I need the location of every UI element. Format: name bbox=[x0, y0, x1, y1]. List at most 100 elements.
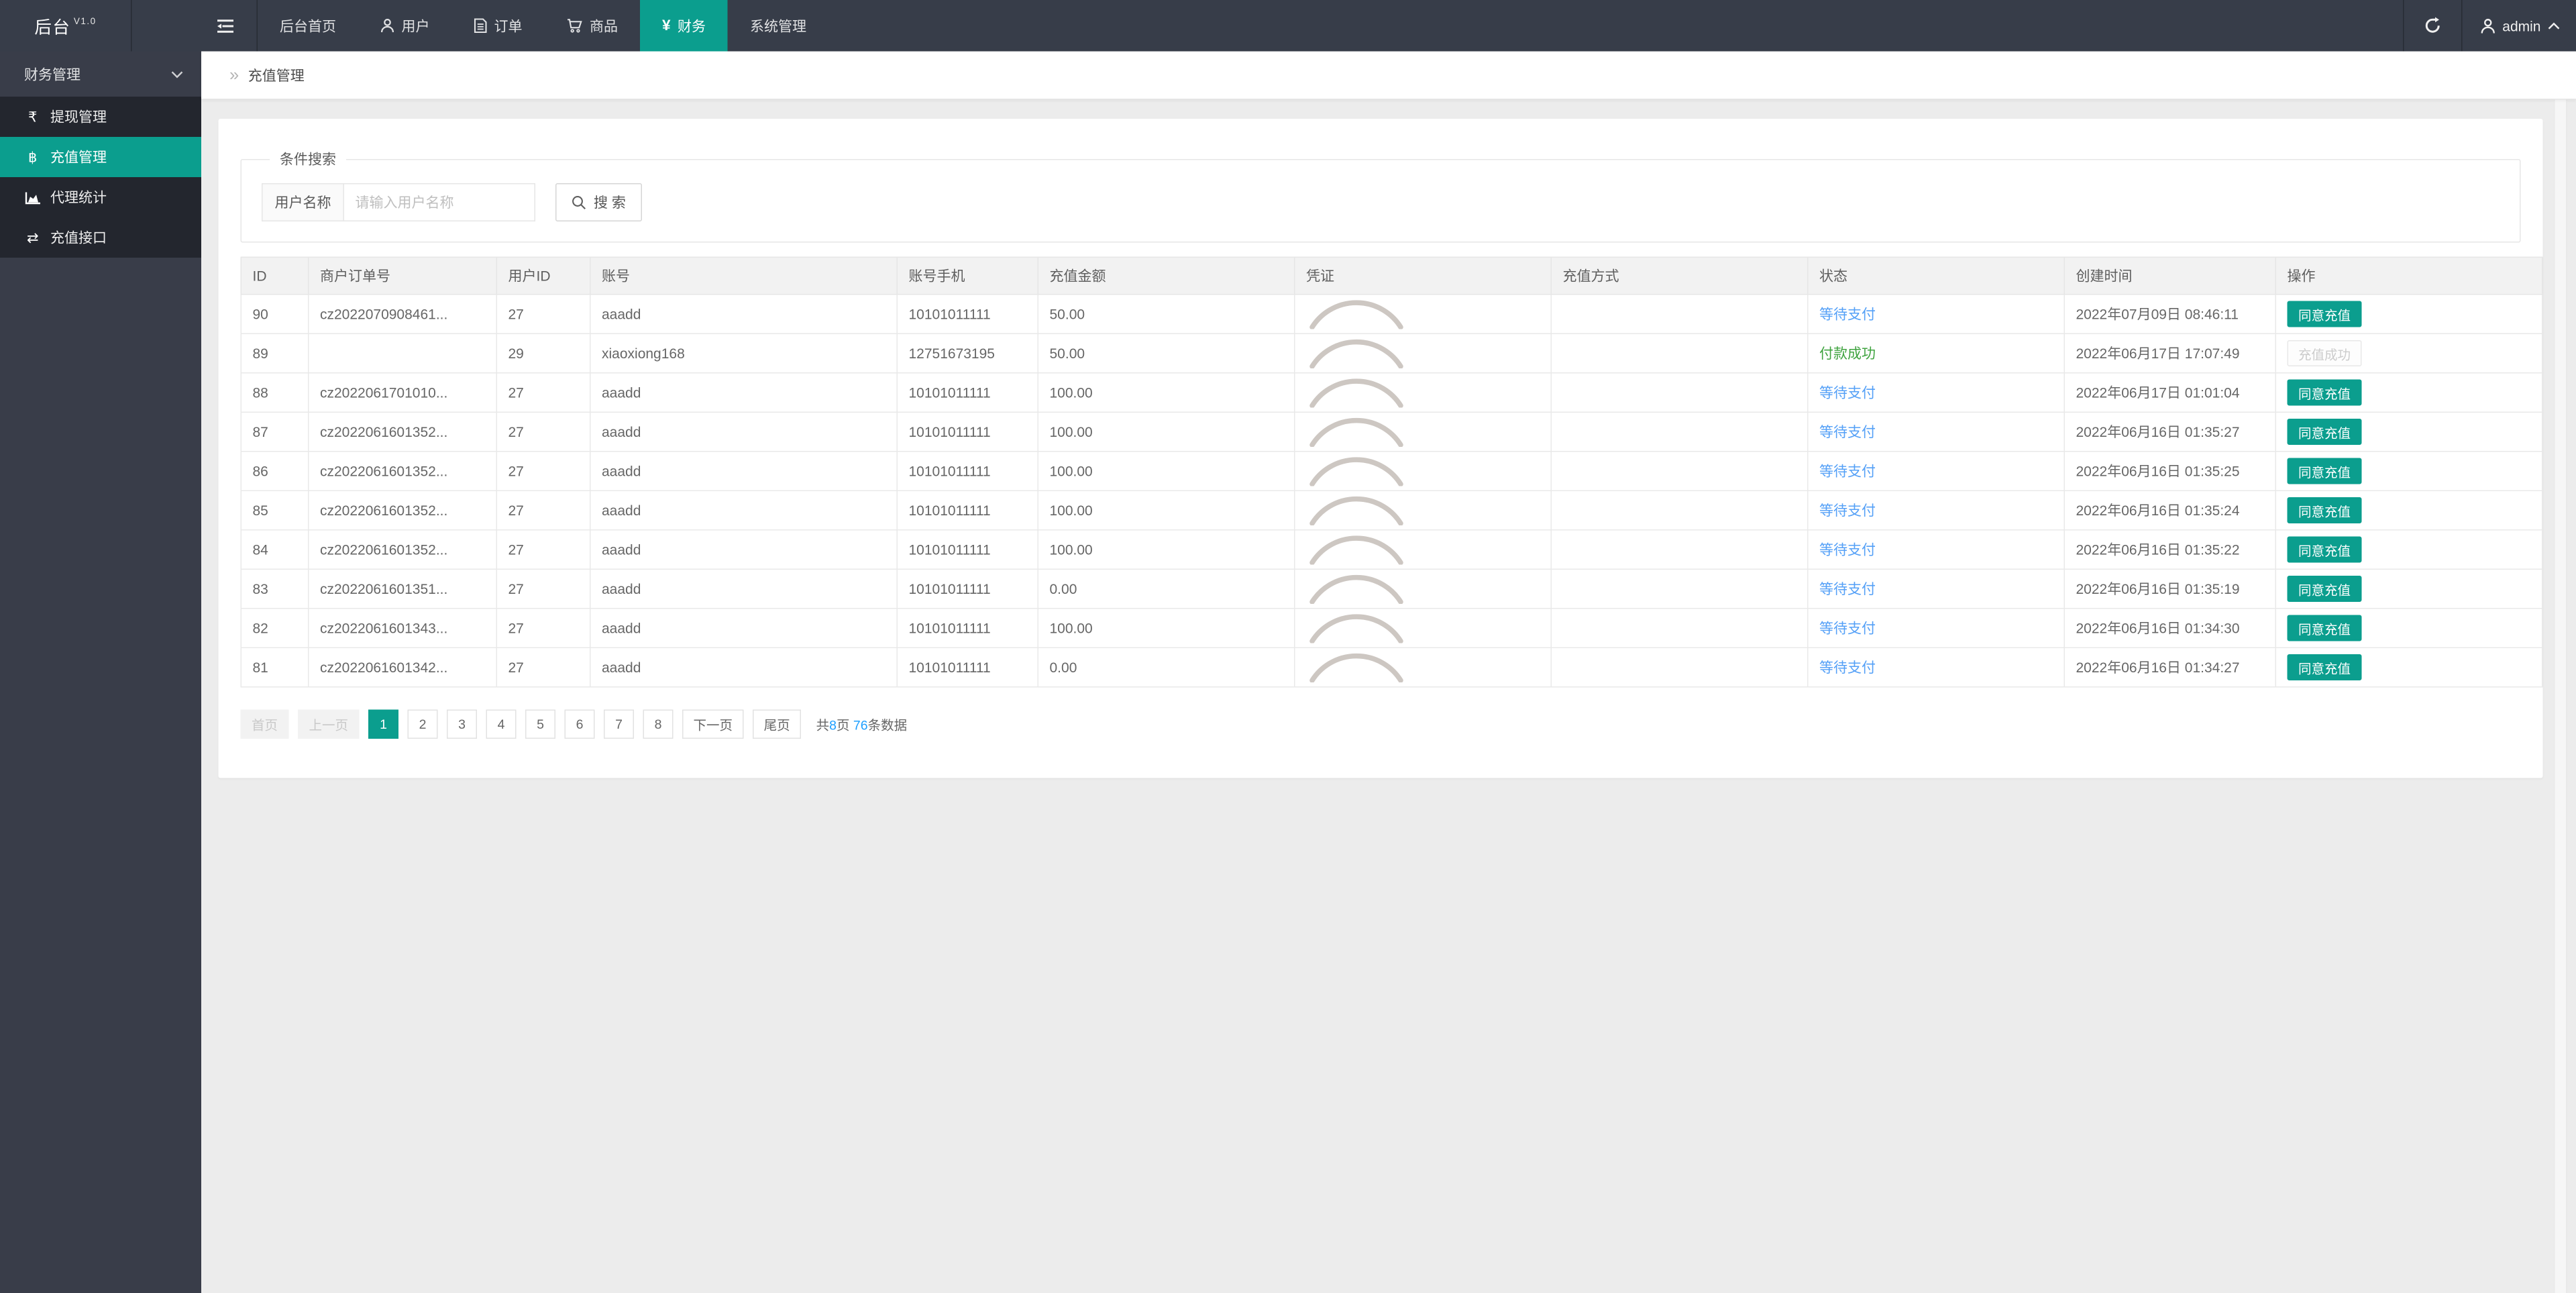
cell-uid: 27 bbox=[496, 411, 591, 452]
voucher-image[interactable] bbox=[1306, 613, 1540, 643]
status-badge: 等待支付 bbox=[1819, 463, 1876, 479]
cell-account: aaadd bbox=[590, 294, 898, 334]
nav-item-2[interactable]: 用户 bbox=[358, 0, 452, 52]
cell-account: aaadd bbox=[590, 647, 898, 688]
cell-account: aaadd bbox=[590, 490, 898, 531]
next-page-button[interactable]: 下一页 bbox=[682, 709, 744, 739]
cell-status: 付款成功 bbox=[1807, 333, 2065, 374]
page-button-6[interactable]: 6 bbox=[564, 709, 595, 739]
cell-status: 等待支付 bbox=[1807, 529, 2065, 570]
table-row: 89 29 xiaoxiong168 12751673195 50.00 付款成功 2022… bbox=[240, 333, 2543, 374]
nav-item-3[interactable]: 订单 bbox=[452, 0, 545, 52]
voucher-image[interactable] bbox=[1306, 456, 1540, 486]
cell-phone: 10101011111 bbox=[896, 294, 1038, 334]
page-button-4[interactable]: 4 bbox=[486, 709, 517, 739]
app-logo: 后台 V1.0 bbox=[0, 0, 131, 52]
approve-recharge-button[interactable]: 同意充值 bbox=[2287, 379, 2362, 406]
voucher-image[interactable] bbox=[1306, 299, 1540, 329]
menu-toggle-button[interactable] bbox=[132, 0, 257, 52]
approve-recharge-button[interactable]: 同意充值 bbox=[2287, 576, 2362, 602]
voucher-image[interactable] bbox=[1306, 338, 1540, 368]
user-menu[interactable]: admin bbox=[2462, 0, 2576, 52]
page-button-5[interactable]: 5 bbox=[525, 709, 556, 739]
cell-phone: 12751673195 bbox=[896, 333, 1038, 374]
cart-icon bbox=[567, 18, 583, 34]
page-button-2[interactable]: 2 bbox=[407, 709, 438, 739]
cell-order: cz2022061601352... bbox=[308, 490, 497, 531]
cell-action: 同意充值 bbox=[2275, 411, 2543, 452]
nav-item-1[interactable]: 后台首页 bbox=[258, 0, 358, 52]
cell-order: cz2022061601352... bbox=[308, 411, 497, 452]
sidebar-item-1[interactable]: ₹ 提现管理 bbox=[0, 97, 201, 137]
column-header-status: 状态 bbox=[1807, 256, 2065, 295]
breadcrumb-chevrons-icon: » bbox=[229, 64, 239, 85]
prev-page-button[interactable]: 上一页 bbox=[298, 709, 360, 739]
column-header-voucher: 凭证 bbox=[1294, 256, 1552, 295]
page-title: 充值管理 bbox=[248, 66, 305, 83]
app-logo-title: 后台 bbox=[34, 18, 71, 38]
nav-item-label: 商品 bbox=[590, 17, 618, 34]
sidebar-item-4[interactable]: ⇄ 充值接口 bbox=[0, 217, 201, 258]
nav-item-label: 财务 bbox=[678, 17, 706, 34]
search-icon bbox=[572, 195, 587, 210]
nav-item-label: 用户 bbox=[401, 17, 430, 34]
sidebar-item-label: 充值接口 bbox=[50, 229, 107, 246]
page-button-1[interactable]: 1 bbox=[368, 709, 399, 739]
cell-uid: 27 bbox=[496, 647, 591, 688]
first-page-button[interactable]: 首页 bbox=[240, 709, 289, 739]
voucher-image[interactable] bbox=[1306, 417, 1540, 447]
cell-status: 等待支付 bbox=[1807, 647, 2065, 688]
cell-method bbox=[1550, 608, 1809, 648]
cell-voucher bbox=[1294, 333, 1552, 374]
baht-icon: ฿ bbox=[28, 148, 38, 165]
approve-recharge-button[interactable]: 同意充值 bbox=[2287, 419, 2362, 445]
cell-uid: 27 bbox=[496, 568, 591, 609]
username-filter-input[interactable] bbox=[344, 183, 535, 221]
nav-item-5[interactable]: ¥ 财务 bbox=[640, 0, 729, 52]
sidebar-item-2[interactable]: ฿ 充值管理 bbox=[0, 137, 201, 177]
table-row: 88 cz2022061701010... 27 aaadd 10101011111 10… bbox=[240, 372, 2543, 413]
sidebar-group-finance[interactable]: 财务管理 bbox=[0, 52, 201, 97]
cell-uid: 27 bbox=[496, 608, 591, 648]
page-button-3[interactable]: 3 bbox=[447, 709, 478, 739]
voucher-image[interactable] bbox=[1306, 652, 1540, 682]
scrollbar-track[interactable] bbox=[2554, 51, 2567, 1293]
cell-voucher bbox=[1294, 529, 1552, 570]
refresh-button[interactable] bbox=[2404, 0, 2461, 52]
sidebar-group-label: 财务管理 bbox=[24, 66, 80, 83]
approve-recharge-button[interactable]: 同意充值 bbox=[2287, 497, 2362, 523]
cell-order bbox=[308, 333, 497, 374]
cell-voucher bbox=[1294, 294, 1552, 334]
table-row: 83 cz2022061601351... 27 aaadd 10101011111 0.… bbox=[240, 568, 2543, 609]
sidebar-item-label: 提现管理 bbox=[50, 109, 107, 125]
status-badge: 等待支付 bbox=[1819, 306, 1876, 322]
nav-item-6[interactable]: 系统管理 bbox=[728, 0, 828, 52]
cell-amount: 100.00 bbox=[1037, 372, 1295, 413]
page-button-8[interactable]: 8 bbox=[643, 709, 674, 739]
approve-recharge-button[interactable]: 同意充值 bbox=[2287, 654, 2362, 680]
last-page-button[interactable]: 尾页 bbox=[753, 709, 802, 739]
cell-amount: 50.00 bbox=[1037, 333, 1295, 374]
search-button[interactable]: 搜 索 bbox=[555, 183, 642, 221]
cell-order: cz2022061601352... bbox=[308, 529, 497, 570]
voucher-image[interactable] bbox=[1306, 495, 1540, 525]
voucher-image[interactable] bbox=[1306, 535, 1540, 565]
approve-recharge-button[interactable]: 同意充值 bbox=[2287, 615, 2362, 641]
recharge-done-button[interactable]: 充值成功 bbox=[2287, 340, 2362, 366]
approve-recharge-button[interactable]: 同意充值 bbox=[2287, 536, 2362, 563]
nav-item-4[interactable]: 商品 bbox=[545, 0, 641, 52]
approve-recharge-button[interactable]: 同意充值 bbox=[2287, 301, 2362, 327]
voucher-image[interactable] bbox=[1306, 378, 1540, 408]
cell-amount: 0.00 bbox=[1037, 568, 1295, 609]
cell-created: 2022年06月16日 01:35:22 bbox=[2063, 529, 2276, 570]
cell-created: 2022年06月17日 17:07:49 bbox=[2063, 333, 2276, 374]
approve-recharge-button[interactable]: 同意充值 bbox=[2287, 458, 2362, 484]
page-button-7[interactable]: 7 bbox=[604, 709, 635, 739]
document-icon bbox=[474, 18, 488, 34]
voucher-image[interactable] bbox=[1306, 574, 1540, 604]
cell-id: 87 bbox=[240, 411, 309, 452]
cell-amount: 0.00 bbox=[1037, 647, 1295, 688]
refresh-icon bbox=[2424, 17, 2441, 35]
sidebar-item-3[interactable]: 代理统计 bbox=[0, 177, 201, 217]
navbar-right: admin bbox=[2402, 0, 2576, 52]
